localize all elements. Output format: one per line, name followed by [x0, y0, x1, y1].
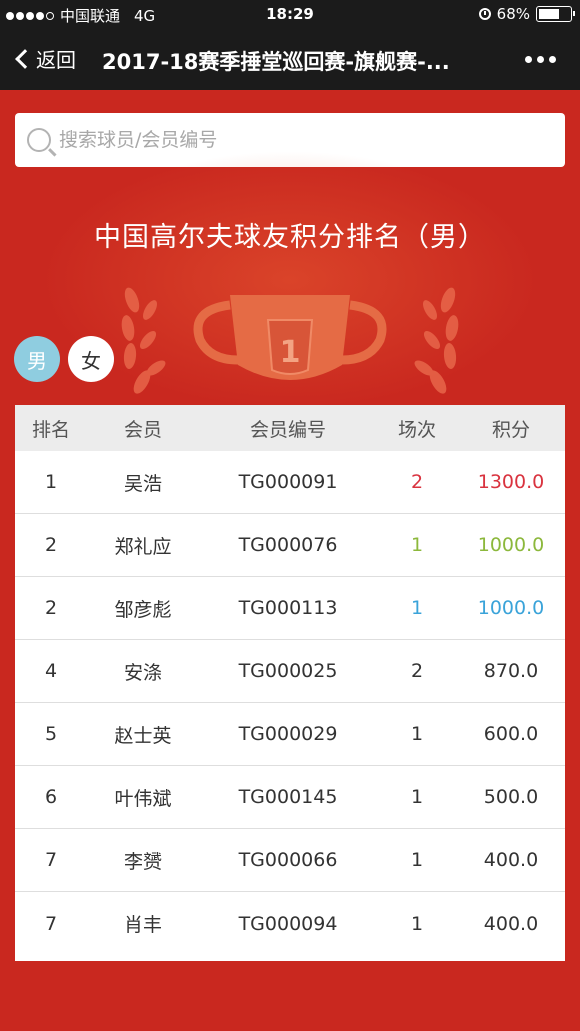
- points-cell: 500.0: [483, 786, 539, 808]
- points-cell: 870.0: [483, 660, 539, 682]
- member-name-cell: 赵士英: [114, 724, 172, 747]
- battery-fill: [539, 9, 559, 19]
- chevron-left-icon: [15, 48, 35, 69]
- points-cell: 400.0: [483, 849, 539, 871]
- status-right: 68%: [478, 5, 575, 23]
- battery-percent: 68%: [496, 5, 530, 23]
- search-icon: [27, 128, 51, 152]
- table-row[interactable]: 7 李赟 TG000066 1 400.0: [15, 829, 565, 892]
- battery-icon: [536, 6, 575, 22]
- table-row[interactable]: 5 赵士英 TG000029 1 600.0: [15, 703, 565, 766]
- rounds-cell: 1: [410, 786, 424, 808]
- alarm-icon: [478, 8, 491, 20]
- points-cell: 1300.0: [477, 471, 545, 493]
- member-id-cell: TG000113: [238, 597, 338, 619]
- points-cell: 600.0: [483, 723, 539, 745]
- member-id-cell: TG000145: [238, 786, 338, 808]
- member-name-cell: 安涤: [123, 661, 162, 684]
- page-title: 2017-18赛季捶堂巡回赛-旗舰赛-...: [102, 50, 450, 74]
- member-name-cell: 邹彦彪: [114, 598, 172, 621]
- gender-female-button[interactable]: 女: [68, 336, 114, 382]
- ranking-title: 中国高尔夫球友积分排名（男）: [94, 222, 486, 253]
- header-rank: 排名: [31, 418, 70, 441]
- more-dots-icon[interactable]: [525, 56, 556, 63]
- rank-cell: 6: [44, 786, 58, 808]
- table-row[interactable]: 1 吴浩 TG000091 2 1300.0: [15, 451, 565, 514]
- rounds-cell: 1: [410, 849, 424, 871]
- trophy-icon: 1: [121, 287, 459, 394]
- member-name-cell: 吴浩: [123, 472, 162, 495]
- member-id-cell: TG000094: [238, 912, 338, 935]
- member-id-cell: TG000076: [238, 534, 338, 556]
- trophy-badge: 1: [280, 335, 301, 370]
- member-name-cell: 郑礼应: [114, 535, 172, 558]
- rounds-cell: 1: [410, 597, 424, 619]
- rounds-cell: 2: [410, 660, 424, 682]
- rounds-cell: 1: [410, 723, 424, 745]
- table-header: 排名 会员 会员编号 场次 积分: [15, 405, 565, 451]
- table-row[interactable]: 7 肖丰 TG000094 1 400.0: [15, 892, 565, 955]
- search-input[interactable]: [59, 129, 539, 151]
- table-row[interactable]: 4 安涤 TG000025 2 870.0: [15, 640, 565, 703]
- member-id-cell: TG000091: [238, 471, 338, 493]
- header-member: 会员: [123, 418, 162, 441]
- nav-bar: 返回 2017-18赛季捶堂巡回赛-旗舰赛-...: [0, 30, 580, 90]
- table-row[interactable]: 2 郑礼应 TG000076 1 1000.0: [15, 514, 565, 577]
- rank-cell: 5: [44, 723, 58, 745]
- status-bar: 中国联通 4G 18:29 68%: [0, 0, 580, 30]
- rank-cell: 2: [44, 534, 58, 556]
- points-cell: 1000.0: [477, 597, 545, 619]
- points-cell: 400.0: [483, 912, 539, 935]
- ranking-table: 排名 会员 会员编号 场次 积分 1 吴浩 TG000091 2 1300.0 …: [15, 405, 565, 961]
- header-member-id: 会员编号: [249, 418, 326, 441]
- rank-cell: 2: [44, 597, 58, 619]
- rounds-cell: 1: [410, 534, 424, 556]
- member-id-cell: TG000025: [238, 660, 338, 682]
- rounds-cell: 1: [410, 912, 424, 935]
- gender-toggle: 男 女: [14, 336, 114, 382]
- points-cell: 1000.0: [477, 534, 545, 556]
- header-points: 积分: [491, 418, 530, 441]
- member-id-cell: TG000029: [238, 723, 338, 745]
- header-rounds: 场次: [397, 418, 436, 441]
- rank-cell: 7: [44, 849, 58, 871]
- rank-cell: 1: [44, 471, 58, 493]
- member-name-cell: 李赟: [123, 850, 162, 873]
- gender-male-button[interactable]: 男: [14, 336, 60, 382]
- table-row[interactable]: 2 邹彦彪 TG000113 1 1000.0: [15, 577, 565, 640]
- table-row[interactable]: 6 叶伟斌 TG000145 1 500.0: [15, 766, 565, 829]
- back-button[interactable]: 返回: [12, 44, 76, 73]
- member-id-cell: TG000066: [238, 849, 338, 871]
- member-name-cell: 肖丰: [123, 914, 162, 936]
- back-label: 返回: [36, 48, 76, 72]
- rank-cell: 7: [44, 912, 58, 935]
- rank-cell: 4: [44, 660, 58, 682]
- rounds-cell: 2: [410, 471, 424, 493]
- member-name-cell: 叶伟斌: [114, 787, 172, 810]
